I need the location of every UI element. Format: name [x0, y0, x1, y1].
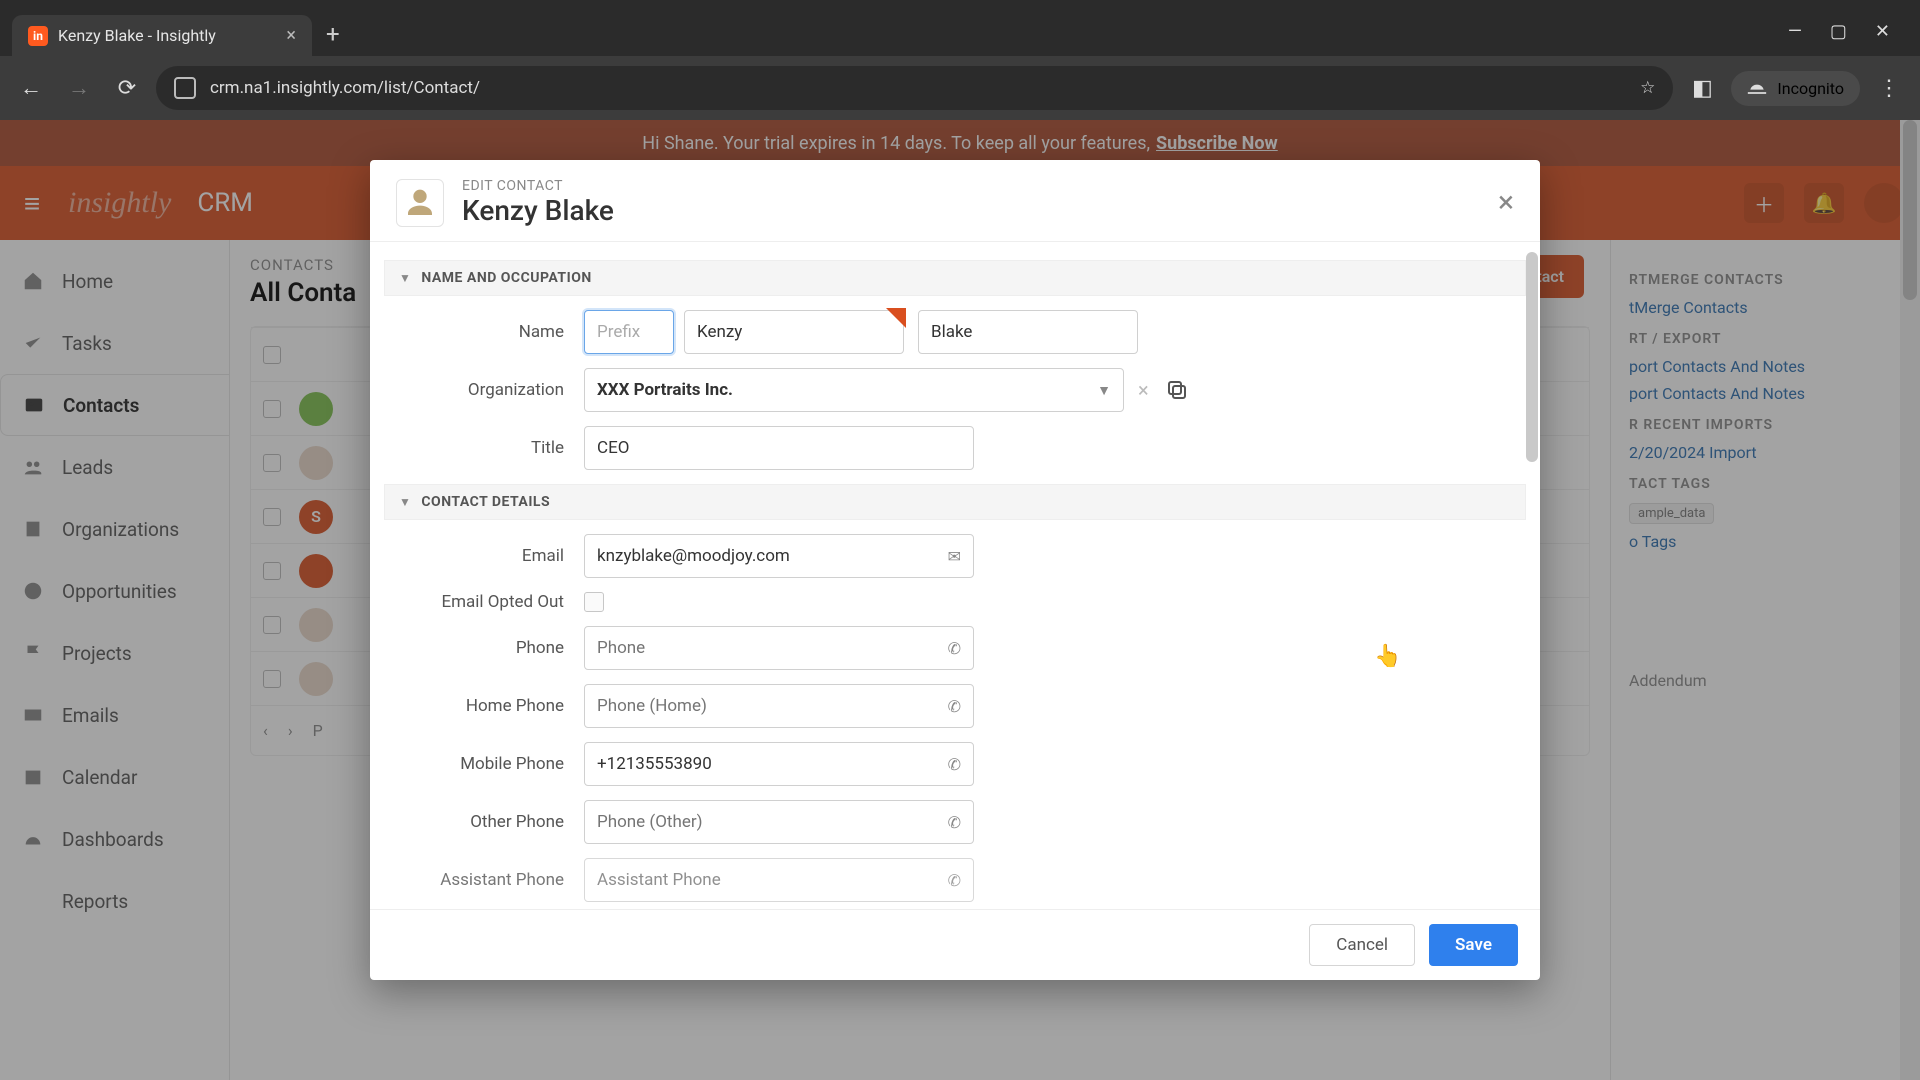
other-phone-input[interactable] — [597, 812, 948, 832]
new-tab-button[interactable]: + — [312, 20, 354, 56]
copy-organization-icon[interactable] — [1163, 376, 1191, 404]
required-flag-icon — [886, 308, 906, 328]
prefix-input[interactable] — [584, 310, 674, 354]
browser-menu-icon[interactable]: ⋮ — [1870, 69, 1908, 107]
title-input[interactable] — [584, 426, 974, 470]
other-phone-label: Other Phone — [384, 812, 584, 832]
modal-close-icon[interactable]: × — [1498, 185, 1514, 220]
name-label: Name — [384, 322, 584, 342]
bookmark-star-icon[interactable]: ☆ — [1640, 78, 1655, 98]
modal-scrollbar[interactable] — [1526, 252, 1538, 462]
forward-button[interactable]: → — [60, 69, 98, 107]
clear-organization-icon[interactable]: × — [1138, 378, 1149, 402]
site-info-icon[interactable] — [174, 77, 196, 99]
close-window-icon[interactable]: ✕ — [1875, 21, 1890, 42]
browser-toolbar: ← → ⟳ crm.na1.insightly.com/list/Contact… — [0, 56, 1920, 120]
phone-icon[interactable]: ✆ — [948, 639, 961, 658]
app-viewport: Hi Shane. Your trial expires in 14 days.… — [0, 120, 1920, 1080]
cancel-button[interactable]: Cancel — [1309, 924, 1415, 966]
modal-footer: Cancel Save — [370, 909, 1540, 980]
edit-contact-modal: EDIT CONTACT Kenzy Blake × ▼ NAME AND OC… — [370, 160, 1540, 980]
assistant-phone-label: Assistant Phone — [384, 870, 584, 890]
last-name-input[interactable] — [918, 310, 1138, 354]
incognito-indicator[interactable]: Incognito — [1731, 71, 1860, 106]
phone-icon[interactable]: ✆ — [948, 813, 961, 832]
collapse-icon: ▼ — [399, 271, 411, 285]
modal-subtitle: EDIT CONTACT — [462, 178, 614, 194]
incognito-hat-icon — [1747, 81, 1767, 95]
phone-icon[interactable]: ✆ — [948, 697, 961, 716]
favicon: in — [28, 26, 48, 46]
mobile-phone-input[interactable] — [597, 754, 948, 774]
url-text: crm.na1.insightly.com/list/Contact/ — [210, 78, 480, 98]
organization-label: Organization — [384, 380, 584, 400]
chevron-down-icon: ▼ — [1097, 382, 1111, 399]
modal-body: ▼ NAME AND OCCUPATION Name Organization — [370, 242, 1540, 909]
maximize-icon[interactable]: ▢ — [1830, 21, 1847, 42]
collapse-icon: ▼ — [399, 495, 411, 509]
phone-icon[interactable]: ✆ — [948, 871, 961, 890]
organization-select[interactable]: XXX Portraits Inc. ▼ — [584, 368, 1124, 412]
mail-icon[interactable]: ✉ — [948, 547, 961, 566]
email-field-wrap: ✉ — [584, 534, 974, 578]
section-header-name[interactable]: ▼ NAME AND OCCUPATION — [384, 260, 1526, 296]
tab-title: Kenzy Blake - Insightly — [58, 26, 216, 45]
browser-tab-bar: in Kenzy Blake - Insightly × + — ▢ ✕ — [0, 0, 1920, 56]
tab-close-icon[interactable]: × — [286, 25, 296, 46]
title-label: Title — [384, 438, 584, 458]
section-header-details[interactable]: ▼ CONTACT DETAILS — [384, 484, 1526, 520]
first-name-input[interactable] — [684, 310, 904, 354]
window-controls: — ▢ ✕ — [1770, 21, 1908, 56]
phone-input[interactable] — [597, 638, 948, 658]
organization-value: XXX Portraits Inc. — [597, 380, 733, 400]
modal-title: Kenzy Blake — [462, 194, 614, 227]
address-bar[interactable]: crm.na1.insightly.com/list/Contact/ ☆ — [156, 66, 1673, 110]
section-title: CONTACT DETAILS — [421, 494, 550, 510]
side-panel-icon[interactable]: ◧ — [1683, 69, 1721, 107]
opted-out-checkbox[interactable] — [584, 592, 604, 612]
browser-tab[interactable]: in Kenzy Blake - Insightly × — [12, 15, 312, 56]
home-phone-input[interactable] — [597, 696, 948, 716]
save-button[interactable]: Save — [1429, 924, 1518, 966]
home-phone-label: Home Phone — [384, 696, 584, 716]
back-button[interactable]: ← — [12, 69, 50, 107]
reload-button[interactable]: ⟳ — [108, 69, 146, 107]
phone-label: Phone — [384, 638, 584, 658]
minimize-icon[interactable]: — — [1788, 21, 1802, 42]
modal-header: EDIT CONTACT Kenzy Blake × — [370, 160, 1540, 242]
mobile-phone-label: Mobile Phone — [384, 754, 584, 774]
opted-out-label: Email Opted Out — [384, 592, 584, 612]
incognito-label: Incognito — [1777, 79, 1844, 98]
assistant-phone-input[interactable] — [597, 870, 948, 890]
email-input[interactable] — [597, 546, 948, 566]
section-title: NAME AND OCCUPATION — [421, 270, 591, 286]
contact-avatar-icon — [396, 179, 444, 227]
phone-icon[interactable]: ✆ — [948, 755, 961, 774]
email-label: Email — [384, 546, 584, 566]
